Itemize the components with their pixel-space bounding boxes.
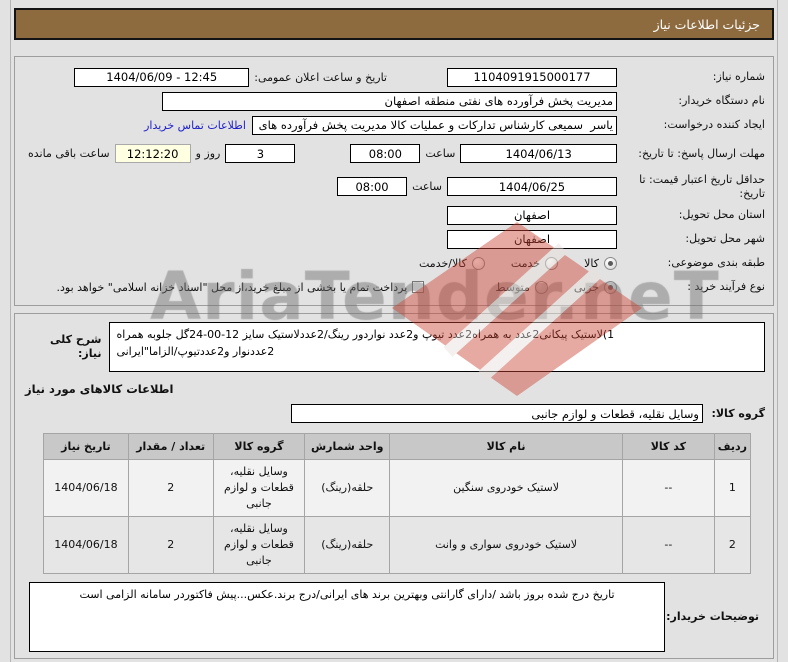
buyer-notes-textarea[interactable]: تاریخ درج شده بروز باشد /دارای گارانتی و… <box>29 581 665 652</box>
cell-goods-group: وسایل نقلیه، قطعات و لوازم جانبی <box>212 515 306 574</box>
goods-table-wrap: ردیف کد کالا نام کالا واحد شمارش گروه کا… <box>43 433 752 574</box>
radio-minor[interactable] <box>604 280 617 294</box>
radio-goods-service[interactable] <box>471 256 485 270</box>
goods-section: 1)لاستیک پیکانی2عدد به همراه2عدد تیوپ و2… <box>14 313 774 659</box>
cell-row-number: 2 <box>713 515 752 574</box>
cell-row-number: 1 <box>713 459 752 517</box>
price-validity-hour-label: ساعت <box>412 180 442 193</box>
page-title: جزئیات اطلاعات نیاز <box>14 8 774 40</box>
radio-medium-label: متوسط <box>495 280 530 294</box>
process-type-option-minor: جزیی <box>573 280 617 294</box>
radio-service-label: خدمت <box>510 256 541 270</box>
cell-count-unit: حلقه(رینگ) <box>304 515 391 574</box>
announce-datetime-input[interactable] <box>74 67 250 87</box>
form-row-buyer-org: نام دستگاه خریدار: <box>23 90 765 112</box>
treasury-payment-checkbox[interactable] <box>412 281 425 293</box>
col-goods-code: کد کالا <box>622 433 715 460</box>
page-container: جزئیات اطلاعات نیاز شماره نیاز: تاریخ و … <box>10 0 778 662</box>
deadline-hour-label: ساعت <box>425 147 456 160</box>
general-desc-textarea[interactable]: 1)لاستیک پیکانی2عدد به همراه2عدد تیوپ و2… <box>109 322 765 372</box>
price-validity-date-input[interactable] <box>447 177 617 196</box>
radio-goods-service-label: کالا/خدمت <box>419 256 467 270</box>
col-need-date: تاریخ نیاز <box>43 433 129 460</box>
goods-group-row: گروه کالا: <box>23 404 765 423</box>
days-remaining-input[interactable] <box>225 144 296 163</box>
radio-goods-label: کالا <box>584 256 599 270</box>
goods-info-header: اطلاعات کالاهای مورد نیاز <box>25 382 174 396</box>
form-row-need-number: شماره نیاز: تاریخ و ساعت اعلان عمومی: <box>23 66 765 88</box>
buyer-notes-row: توضیحات خریدار: تاریخ درج شده بروز باشد … <box>23 581 765 652</box>
days-remaining-label: روز و <box>195 147 221 160</box>
subject-class-label: طبقه بندی موضوعی: <box>667 256 765 270</box>
goods-table-header-row: ردیف کد کالا نام کالا واحد شمارش گروه کا… <box>43 433 752 460</box>
subject-class-option-service: خدمت <box>510 256 559 270</box>
province-label: استان محل تحویل: <box>678 208 765 222</box>
cell-goods-group: وسایل نقلیه، قطعات و لوازم جانبی <box>212 459 306 517</box>
buyer-contact-link[interactable]: اطلاعات تماس خریدار <box>144 119 246 132</box>
form-row-province: استان محل تحویل: <box>23 204 765 226</box>
price-validity-label: حداقل تاریخ اعتبار قیمت: تا تاریخ: <box>639 172 765 200</box>
form-row-creator: ایجاد کننده درخواست: اطلاعات تماس خریدار <box>23 114 765 136</box>
creator-label: ایجاد کننده درخواست: <box>663 118 765 132</box>
col-quantity: تعداد / مقدار <box>127 433 214 460</box>
need-info-section: شماره نیاز: تاریخ و ساعت اعلان عمومی: نا… <box>14 56 774 306</box>
cell-need-date: 1404/06/18 <box>43 515 129 574</box>
countdown-label: ساعت باقی مانده <box>28 147 110 160</box>
price-validity-hour-input[interactable] <box>337 177 408 196</box>
treasury-payment-label: پرداخت تمام یا بخشی از مبلغ خرید،از محل … <box>56 280 408 294</box>
table-row: 2 -- لاستیک خودروی سواری و وانت حلقه(رین… <box>43 515 752 574</box>
goods-group-input[interactable] <box>291 404 703 423</box>
radio-service[interactable] <box>545 256 559 270</box>
table-row: 1 -- لاستیک خودروی سنگین حلقه(رینگ) وسای… <box>43 459 752 517</box>
general-desc-row: 1)لاستیک پیکانی2عدد به همراه2عدد تیوپ و2… <box>23 322 765 372</box>
subject-class-option-goods: کالا <box>584 256 617 270</box>
buyer-org-input[interactable] <box>162 91 617 111</box>
general-desc-label: شرح کلی نیاز: <box>50 332 102 360</box>
cell-goods-name: لاستیک خودروی سنگین <box>389 459 624 517</box>
deadline-hour-input[interactable] <box>350 144 421 163</box>
col-goods-name: نام کالا <box>389 433 624 460</box>
countdown-input[interactable] <box>114 144 191 163</box>
col-goods-group: گروه کالا <box>212 433 306 460</box>
buyer-notes-label: توضیحات خریدار: <box>666 610 759 624</box>
goods-table: ردیف کد کالا نام کالا واحد شمارش گروه کا… <box>43 433 752 574</box>
cell-goods-name: لاستیک خودروی سواری و وانت <box>389 515 624 574</box>
form-row-price-validity: حداقل تاریخ اعتبار قیمت: تا تاریخ: ساعت <box>23 171 765 202</box>
announce-datetime-label: تاریخ و ساعت اعلان عمومی: <box>254 70 387 84</box>
deadline-date-input[interactable] <box>460 144 617 163</box>
province-input[interactable] <box>447 205 617 225</box>
creator-input[interactable] <box>252 115 617 135</box>
cell-need-date: 1404/06/18 <box>43 459 129 517</box>
process-type-option-medium: متوسط <box>495 280 548 294</box>
buyer-org-label: نام دستگاه خریدار: <box>678 94 765 108</box>
need-number-label: شماره نیاز: <box>712 70 765 84</box>
deadline-label: مهلت ارسال پاسخ: تا تاریخ: <box>638 146 765 160</box>
col-row-number: ردیف <box>713 433 752 460</box>
form-row-subject-class: طبقه بندی موضوعی: کالا خدمت کالا/خدمت <box>23 252 765 274</box>
process-type-label: نوع فرآیند خرید : <box>687 280 765 294</box>
subject-class-option-goods-service: کالا/خدمت <box>419 256 485 270</box>
cell-goods-code: -- <box>622 459 715 517</box>
cell-quantity: 2 <box>127 515 214 574</box>
cell-count-unit: حلقه(رینگ) <box>304 459 391 517</box>
city-label: شهر محل تحویل: <box>685 232 765 246</box>
city-input[interactable] <box>447 229 617 249</box>
goods-group-label: گروه کالا: <box>711 407 765 420</box>
radio-medium[interactable] <box>534 280 548 294</box>
need-number-input[interactable] <box>447 67 617 87</box>
form-row-deadline: مهلت ارسال پاسخ: تا تاریخ: ساعت روز و سا… <box>23 138 765 169</box>
radio-goods[interactable] <box>604 256 617 270</box>
treasury-payment-option: پرداخت تمام یا بخشی از مبلغ خرید،از محل … <box>57 281 425 294</box>
cell-quantity: 2 <box>127 459 214 517</box>
col-count-unit: واحد شمارش <box>304 433 391 460</box>
radio-minor-label: جزیی <box>573 280 599 294</box>
form-row-city: شهر محل تحویل: <box>23 228 765 250</box>
form-row-process-type: نوع فرآیند خرید : جزیی متوسط پرداخت تمام… <box>23 276 765 298</box>
cell-goods-code: -- <box>622 515 715 574</box>
